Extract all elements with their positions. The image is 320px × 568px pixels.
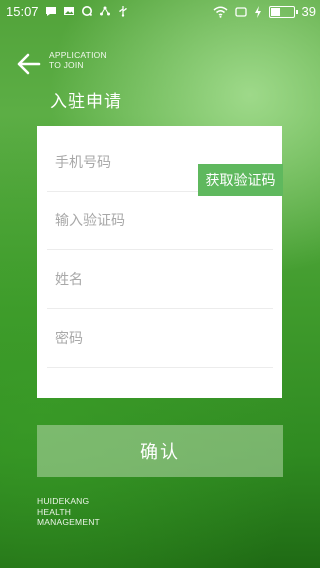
header-subtitle-line2: TO JOIN xyxy=(49,60,84,70)
password-input[interactable] xyxy=(55,310,255,367)
status-right-group: 39 xyxy=(213,4,316,19)
footer-line1: HUIDEKANG xyxy=(37,496,90,506)
page-title: 入驻申请 xyxy=(50,92,122,112)
share-icon xyxy=(100,6,110,16)
footer-brand: HUIDEKANG HEALTH MANAGEMENT xyxy=(37,496,100,528)
status-time: 15:07 xyxy=(6,4,39,19)
header-subtitle-line1: APPLICATION xyxy=(49,50,107,60)
charging-icon xyxy=(254,5,261,18)
chat-bubble-icon xyxy=(46,7,56,16)
phone-input[interactable] xyxy=(55,134,179,191)
verification-code-input[interactable] xyxy=(55,192,255,249)
confirm-button[interactable]: 确认 xyxy=(37,425,283,477)
name-input[interactable] xyxy=(55,251,255,308)
battery-icon xyxy=(268,5,298,18)
arrow-left-icon xyxy=(17,53,41,75)
image-icon xyxy=(64,7,74,15)
header-subtitle: APPLICATION TO JOIN xyxy=(49,50,107,70)
back-button[interactable] xyxy=(14,49,44,79)
screen-icon xyxy=(234,6,247,17)
battery-level: 39 xyxy=(301,4,316,19)
code-row xyxy=(47,192,273,250)
phone-row: 获取验证码 xyxy=(47,134,283,196)
wifi-icon xyxy=(213,6,228,18)
password-row xyxy=(47,310,273,368)
footer-line3: MANAGEMENT xyxy=(37,517,100,527)
name-row xyxy=(47,251,273,309)
status-bar: 15:07 39 xyxy=(0,0,320,24)
form-card: 获取验证码 xyxy=(37,126,283,398)
sync-icon xyxy=(82,6,93,17)
footer-line2: HEALTH xyxy=(37,506,72,517)
usb-icon xyxy=(119,6,127,17)
notification-icons xyxy=(45,5,129,17)
